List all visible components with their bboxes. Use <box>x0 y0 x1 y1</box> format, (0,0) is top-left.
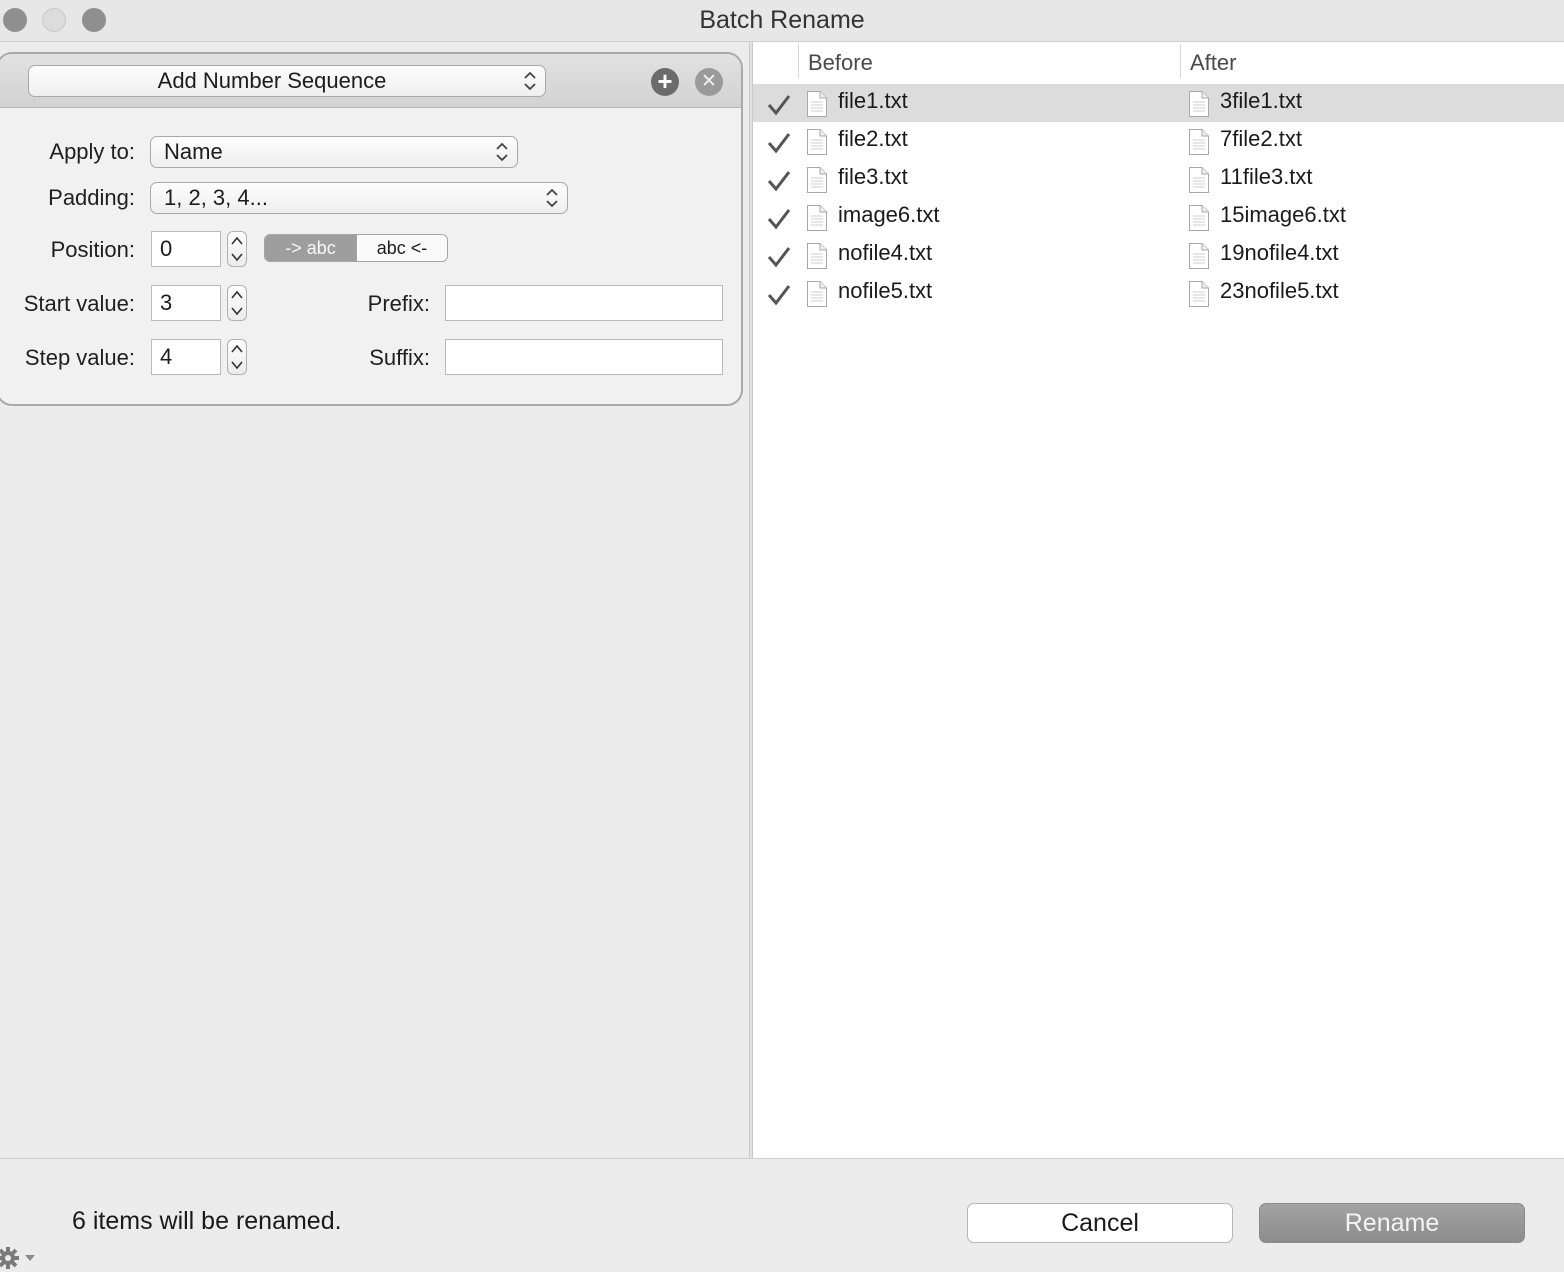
after-filename: 11file3.txt <box>1220 164 1313 189</box>
step-value-stepper[interactable] <box>227 339 247 375</box>
column-separator <box>1180 44 1181 78</box>
checkmark-icon[interactable] <box>766 130 792 156</box>
table-row[interactable]: file1.txt 3file1.txt <box>753 84 1564 122</box>
step-value-field[interactable]: 4 <box>151 339 221 375</box>
plus-icon: + <box>657 66 673 96</box>
prefix-label: Prefix: <box>367 291 430 316</box>
document-icon <box>807 281 827 307</box>
stepper-arrows-icon <box>231 236 243 262</box>
after-filename: 7file2.txt <box>1220 126 1302 151</box>
gear-icon[interactable] <box>0 1246 40 1272</box>
position-label: Position: <box>50 237 135 262</box>
before-filename: file2.txt <box>838 126 908 151</box>
apply-to-label: Apply to: <box>49 139 135 164</box>
direction-from-end-segment[interactable]: abc <- <box>356 235 447 261</box>
document-icon <box>1189 205 1209 231</box>
updown-chevron-icon <box>496 142 508 162</box>
start-value-label: Start value: <box>23 291 135 316</box>
cancel-button[interactable]: Cancel <box>967 1203 1233 1243</box>
document-icon <box>807 205 827 231</box>
padding-popup[interactable]: 1, 2, 3, 4... <box>150 182 568 214</box>
table-row[interactable]: file2.txt 7file2.txt <box>753 122 1564 160</box>
rule-card-header: Add Number Sequence + ✕ <box>0 54 741 108</box>
document-icon <box>1189 91 1209 117</box>
before-filename: file3.txt <box>838 164 908 189</box>
remove-rule-button[interactable]: ✕ <box>695 68 723 96</box>
padding-value: 1, 2, 3, 4... <box>164 185 268 210</box>
checkmark-icon[interactable] <box>766 244 792 270</box>
column-separator <box>798 44 799 78</box>
position-field[interactable]: 0 <box>151 231 221 267</box>
table-row[interactable]: nofile4.txt 19nofile4.txt <box>753 236 1564 274</box>
prefix-field[interactable] <box>445 285 723 321</box>
column-header-after[interactable]: After <box>1190 44 1236 82</box>
window-title: Batch Rename <box>699 6 865 34</box>
document-icon <box>807 129 827 155</box>
stepper-arrows-icon <box>231 290 243 316</box>
document-icon <box>1189 167 1209 193</box>
document-icon <box>1189 129 1209 155</box>
updown-chevron-icon <box>546 188 558 208</box>
checkmark-icon[interactable] <box>766 168 792 194</box>
position-stepper[interactable] <box>227 231 247 267</box>
updown-chevron-icon <box>524 71 536 91</box>
document-icon <box>1189 243 1209 269</box>
direction-from-start-segment[interactable]: -> abc <box>265 235 356 261</box>
step-value-label: Step value: <box>24 345 135 370</box>
rule-type-popup[interactable]: Add Number Sequence <box>28 65 546 97</box>
start-value-stepper[interactable] <box>227 285 247 321</box>
table-row[interactable]: file3.txt 11file3.txt <box>753 160 1564 198</box>
after-filename: 23nofile5.txt <box>1220 278 1339 303</box>
document-icon <box>807 91 827 117</box>
before-filename: nofile5.txt <box>838 278 933 303</box>
after-filename: 15image6.txt <box>1220 202 1346 227</box>
before-filename: nofile4.txt <box>838 240 933 265</box>
before-filename: image6.txt <box>838 202 940 227</box>
after-filename: 3file1.txt <box>1220 88 1302 113</box>
start-value-field[interactable]: 3 <box>151 285 221 321</box>
after-filename: 19nofile4.txt <box>1220 240 1339 265</box>
column-header-before[interactable]: Before <box>808 44 873 82</box>
checkmark-icon[interactable] <box>766 92 792 118</box>
rule-type-label: Add Number Sequence <box>157 68 387 93</box>
apply-to-popup[interactable]: Name <box>150 136 518 168</box>
padding-label: Padding: <box>48 185 135 210</box>
add-rule-button[interactable]: + <box>651 68 679 96</box>
stepper-arrows-icon <box>231 344 243 370</box>
table-row[interactable]: image6.txt 15image6.txt <box>753 198 1564 236</box>
status-text: 6 items will be renamed. <box>72 1207 342 1235</box>
close-icon: ✕ <box>701 71 717 92</box>
suffix-field[interactable] <box>445 339 723 375</box>
before-filename: file1.txt <box>838 88 908 113</box>
document-icon <box>807 243 827 269</box>
checkmark-icon[interactable] <box>766 282 792 308</box>
title-bar: Batch Rename <box>0 0 1564 42</box>
apply-to-value: Name <box>164 139 223 164</box>
suffix-label: Suffix: <box>369 345 430 370</box>
document-icon <box>807 167 827 193</box>
table-row[interactable]: nofile5.txt 23nofile5.txt <box>753 274 1564 312</box>
checkmark-icon[interactable] <box>766 206 792 232</box>
direction-segmented-control: -> abc abc <- <box>264 234 448 262</box>
rename-button[interactable]: Rename <box>1259 1203 1525 1243</box>
footer-divider <box>0 1158 1564 1159</box>
document-icon <box>1189 281 1209 307</box>
